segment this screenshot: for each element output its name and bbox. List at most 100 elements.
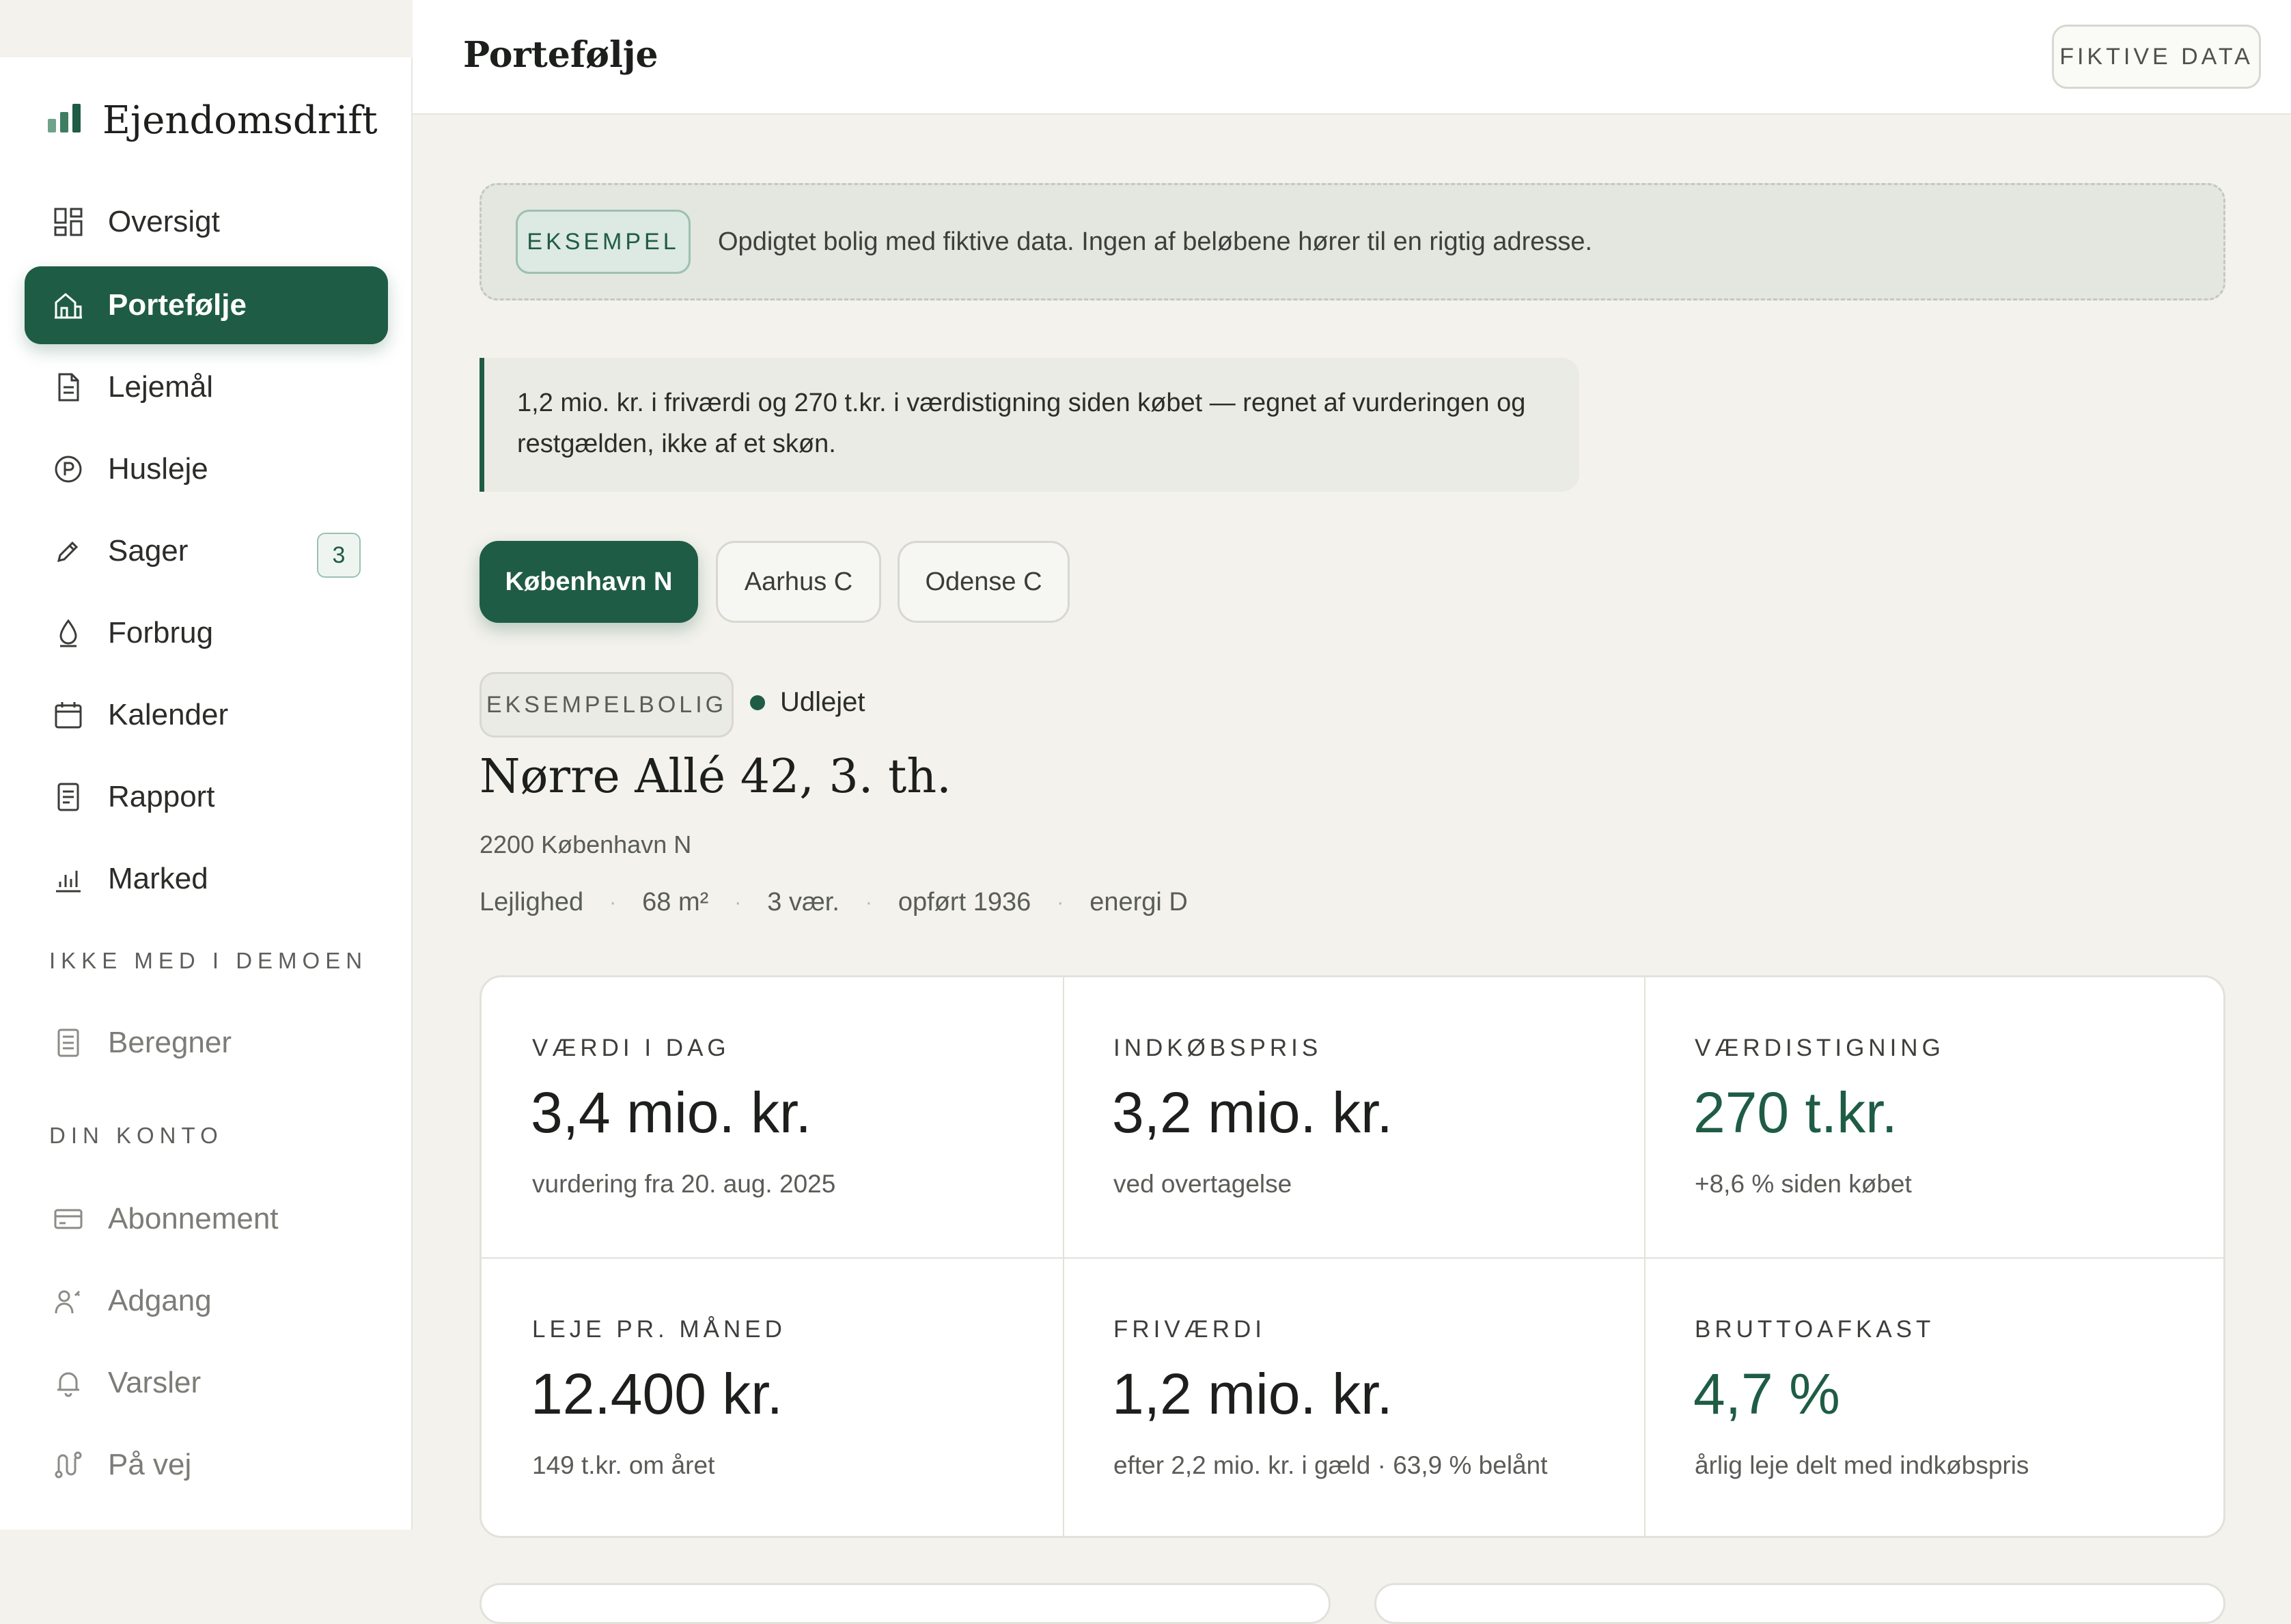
fictive-data-badge[interactable]: FIKTIVE DATA [2052, 25, 2261, 89]
pencil-icon [52, 535, 85, 568]
fact-built: opført 1936 [898, 888, 1031, 916]
sidebar-item-label: Portefølje [108, 288, 247, 322]
example-property-tag: EKSEMPELBOLIG [480, 672, 734, 738]
drop-icon [52, 617, 85, 649]
metric-card-gross-yield: BRUTTOAFKAST 4,7 % årlig leje delt med i… [1644, 1259, 2223, 1536]
sidebar-item-label: Husleje [108, 452, 208, 486]
calculator-icon [52, 1026, 85, 1059]
sidebar-item-kalender[interactable]: Kalender [25, 676, 388, 754]
metric-value: 270 t.kr. [1693, 1080, 1898, 1145]
fact-area: 68 m² [642, 888, 709, 916]
sidebar-item-label: Abonnement [108, 1202, 279, 1235]
fact-rooms: 3 vær. [767, 888, 839, 916]
fact-separator: · [609, 891, 617, 914]
route-icon [52, 1448, 85, 1481]
metric-subtext: årlig leje delt med indkøbspris [1695, 1451, 2029, 1479]
fact-type: Lejlighed [480, 888, 584, 916]
sidebar-item-label: Adgang [108, 1284, 212, 1317]
property-facts: Lejlighed · 68 m² · 3 vær. · opført 1936… [480, 888, 1188, 917]
bar-chart-icon [52, 863, 85, 895]
sidebar-item-marked[interactable]: Marked [25, 840, 388, 918]
building-icon [52, 289, 85, 322]
metric-value: 3,4 mio. kr. [531, 1080, 811, 1145]
sidebar-item-label: Kalender [108, 698, 229, 731]
metric-card-monthly-rent: LEJE PR. MÅNED 12.400 kr. 149 t.kr. om å… [482, 1259, 1063, 1536]
status-dot-icon [750, 695, 765, 710]
card-icon [52, 1203, 85, 1235]
metric-label: LEJE PR. MÅNED [532, 1316, 786, 1343]
summary-callout: 1,2 mio. kr. i friværdi og 270 t.kr. i v… [480, 358, 1579, 492]
fact-energy: energi D [1089, 888, 1188, 916]
notice-text: Opdigtet bolig med fiktive data. Ingen a… [718, 227, 1593, 256]
sidebar-item-label: Oversigt [108, 205, 220, 238]
rental-status: Udlejet [750, 687, 865, 718]
fact-separator: · [865, 891, 872, 914]
metric-label: VÆRDISTIGNING [1695, 1035, 1945, 1061]
example-notice: EKSEMPEL Opdigtet bolig med fiktive data… [480, 183, 2225, 300]
property-address: Nørre Allé 42, 3. th. [480, 750, 952, 804]
sidebar-item-portefolje[interactable]: Portefølje [25, 266, 388, 344]
brand[interactable]: Ejendomsdrift [48, 98, 378, 143]
metric-value: 3,2 mio. kr. [1112, 1080, 1393, 1145]
top-bar: Portefølje FIKTIVE DATA [413, 0, 2291, 115]
section-label-demo: IKKE MED I DEMOEN [49, 948, 368, 973]
logo-bars-icon [48, 104, 82, 137]
metric-label: BRUTTOAFKAST [1695, 1316, 1935, 1343]
metric-card-value-today: VÆRDI I DAG 3,4 mio. kr. vurdering fra 2… [482, 977, 1063, 1257]
sidebar-item-beregner[interactable]: Beregner [25, 1004, 388, 1082]
document-icon [52, 371, 85, 404]
sidebar-item-label: Rapport [108, 780, 215, 813]
sidebar-item-label: Lejemål [108, 370, 214, 404]
sidebar-item-label: Varsler [108, 1366, 202, 1399]
metric-card-equity: FRIVÆRDI 1,2 mio. kr. efter 2,2 mio. kr.… [1063, 1259, 1644, 1536]
issues-count-badge: 3 [317, 533, 361, 578]
metric-subtext: vurdering fra 20. aug. 2025 [532, 1170, 836, 1198]
sidebar-item-oversigt[interactable]: Oversigt [25, 183, 388, 261]
summary-line-2: restgælden, ikke af et skøn. [517, 430, 836, 458]
rent-coin-icon [52, 453, 85, 486]
metric-card-purchase-price: INDKØBSPRIS 3,2 mio. kr. ved overtagelse [1063, 977, 1644, 1257]
sidebar-item-label: Beregner [108, 1026, 232, 1059]
sidebar-item-adgang[interactable]: Adgang [25, 1262, 388, 1340]
city-tab-aarhus[interactable]: Aarhus C [716, 541, 881, 623]
page-title: Portefølje [463, 34, 658, 76]
metric-label: VÆRDI I DAG [532, 1035, 730, 1061]
sidebar: Ejendomsdrift Oversigt Portefølje Lejemå… [0, 57, 413, 1530]
calendar-icon [52, 699, 85, 731]
bell-icon [52, 1367, 85, 1399]
section-label-account: DIN KONTO [49, 1123, 223, 1148]
sidebar-item-rapport[interactable]: Rapport [25, 758, 388, 836]
user-key-icon [52, 1285, 85, 1317]
sidebar-item-paa-vej[interactable]: På vej [25, 1426, 388, 1504]
dashboard-icon [52, 206, 85, 238]
metric-card-value-increase: VÆRDISTIGNING 270 t.kr. +8,6 % siden køb… [1644, 977, 2223, 1257]
metric-subtext: 149 t.kr. om året [532, 1451, 715, 1479]
example-pill: EKSEMPEL [516, 210, 691, 274]
metrics-grid: VÆRDI I DAG 3,4 mio. kr. vurdering fra 2… [480, 975, 2225, 1538]
sidebar-item-abonnement[interactable]: Abonnement [25, 1180, 388, 1258]
metric-value: 12.400 kr. [531, 1362, 783, 1426]
metric-value: 1,2 mio. kr. [1112, 1362, 1393, 1426]
sidebar-item-label: På vej [108, 1448, 192, 1481]
metric-label: FRIVÆRDI [1113, 1316, 1266, 1343]
fact-separator: · [1057, 891, 1064, 914]
sidebar-item-label: Sager [108, 534, 189, 568]
metric-subtext: ved overtagelse [1113, 1170, 1292, 1198]
sidebar-item-label: Forbrug [108, 616, 214, 649]
lower-card-left [480, 1583, 1331, 1624]
brand-name: Ejendomsdrift [102, 98, 378, 143]
lower-card-right [1374, 1583, 2225, 1624]
city-tab-odense[interactable]: Odense C [898, 541, 1070, 623]
metric-subtext: +8,6 % siden købet [1695, 1170, 1912, 1198]
sidebar-item-label: Marked [108, 862, 208, 895]
status-label: Udlejet [780, 687, 865, 717]
metric-label: INDKØBSPRIS [1113, 1035, 1322, 1061]
sidebar-item-forbrug[interactable]: Forbrug [25, 594, 388, 672]
metric-subtext: efter 2,2 mio. kr. i gæld · 63,9 % belån… [1113, 1451, 1548, 1479]
sidebar-item-husleje[interactable]: Husleje [25, 430, 388, 508]
city-tab-kobenhavn[interactable]: København N [480, 541, 698, 623]
sidebar-item-lejemal[interactable]: Lejemål [25, 348, 388, 426]
sidebar-item-varsler[interactable]: Varsler [25, 1344, 388, 1422]
fact-separator: · [734, 891, 742, 914]
sidebar-item-sager[interactable]: Sager 3 [25, 512, 388, 590]
